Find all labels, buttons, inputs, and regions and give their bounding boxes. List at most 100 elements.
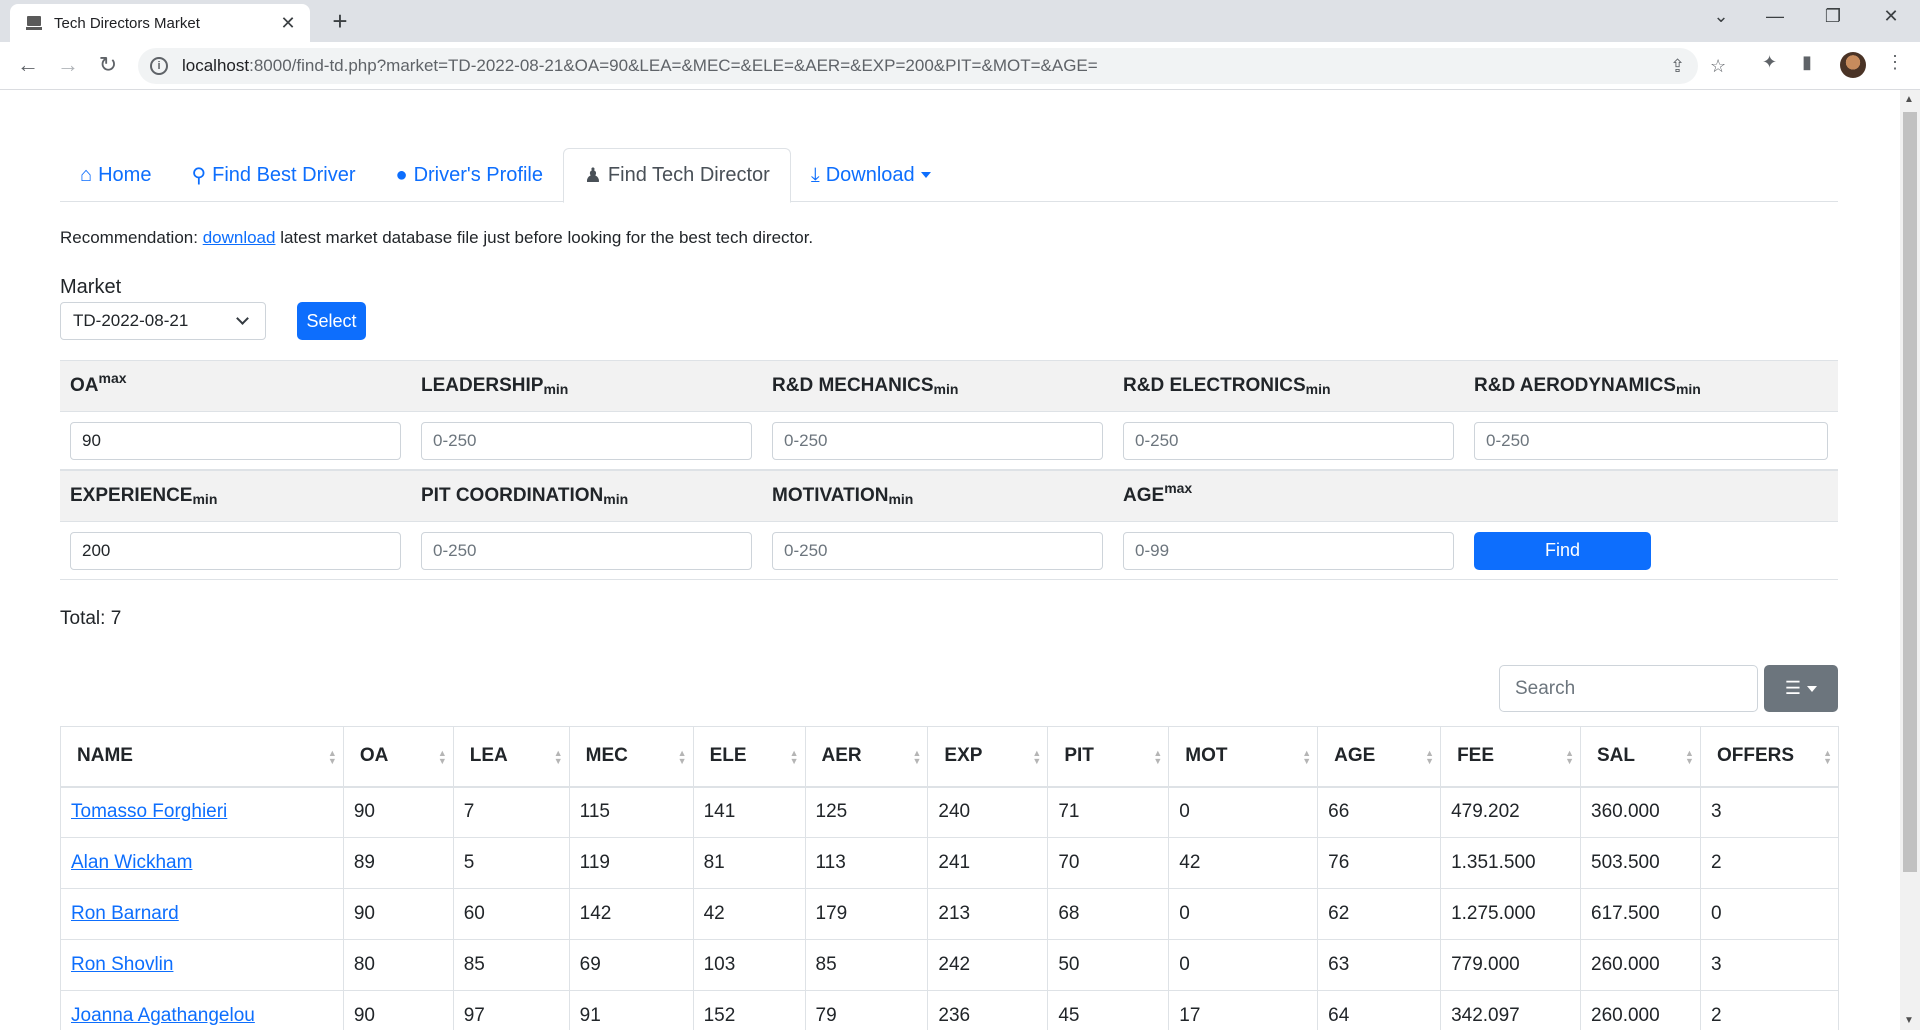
tab-drivers-profile[interactable]: ● Driver's Profile [375, 148, 563, 202]
back-icon[interactable]: ← [14, 52, 42, 78]
table-row: Tomasso Forghieri 90 7 115 141 125 240 71 0 66 479… [60, 786, 1840, 838]
scroll-down-icon[interactable]: ▼ [1904, 1015, 1914, 1026]
sort-icon: ▲ ▼ [1685, 748, 1694, 766]
table-cell-name: Tomasso Forghieri [60, 786, 344, 838]
column-header-label: NAME [77, 745, 133, 767]
filter-form: OA max LEADERSHIP min R&D MECHANICS min R&D… [60, 360, 1838, 580]
filter-label-leadership: LEADERSHIP min [421, 375, 569, 397]
director-name-link[interactable]: Joanna Agathangelou [71, 1005, 255, 1026]
column-header-sal[interactable]: SAL ▲ ▼ [1580, 726, 1701, 788]
tab-download[interactable]: ⤓ Download [791, 148, 951, 202]
director-name-link[interactable]: Ron Barnard [71, 903, 179, 924]
column-header-ele[interactable]: ELE ▲ ▼ [692, 726, 806, 788]
director-name-link[interactable]: Tomasso Forghieri [71, 801, 227, 822]
table-cell-exp: 241 [927, 837, 1049, 889]
page-content: ⌂ Home ⚲ Find Best Driver ● Driver's Pro… [0, 90, 1900, 1030]
new-tab-icon[interactable]: + [326, 8, 354, 34]
scroll-up-icon[interactable]: ▲ [1904, 94, 1914, 105]
age-input[interactable] [1123, 531, 1454, 570]
tab-home-label: Home [98, 163, 152, 186]
user-icon: ● [395, 163, 408, 186]
close-window-icon[interactable]: ✕ [1876, 6, 1906, 27]
pit-coordination-input[interactable] [421, 531, 752, 570]
mechanics-input[interactable] [772, 421, 1103, 460]
table-cell-oa: 90 [342, 786, 454, 838]
sort-icon: ▲ ▼ [327, 748, 337, 766]
column-header-exp[interactable]: EXP ▲ ▼ [927, 726, 1049, 788]
tab-find-tech-director[interactable]: ♟ Find Tech Director [562, 148, 791, 203]
table-cell-mec: 119 [568, 837, 694, 889]
share-icon[interactable]: ⇪ [1670, 56, 1685, 77]
column-header-mec[interactable]: MEC ▲ ▼ [568, 726, 694, 788]
scrollbar-thumb[interactable] [1903, 112, 1917, 872]
column-header-pit[interactable]: PIT ▲ ▼ [1047, 726, 1170, 788]
column-header-oa[interactable]: OA ▲ ▼ [342, 726, 454, 788]
list-icon: ☰ [1784, 678, 1802, 698]
profile-avatar[interactable] [1840, 52, 1866, 78]
vertical-scrollbar[interactable]: ▲ ▼ [1900, 90, 1920, 1030]
column-header-aer[interactable]: AER ▲ ▼ [804, 726, 929, 788]
column-header-name[interactable]: NAME ▲ ▼ [60, 726, 344, 788]
director-name-link[interactable]: Ron Shovlin [71, 954, 173, 975]
filter-label-experience: EXPERIENCE min [70, 485, 218, 507]
forward-icon[interactable]: → [54, 52, 82, 78]
columns-toggle-button[interactable]: ☰ [1764, 665, 1838, 712]
motivation-input[interactable] [772, 531, 1103, 570]
table-cell-offers: 3 [1699, 939, 1840, 991]
side-panel-icon[interactable]: ▮ [1802, 52, 1812, 73]
leadership-input[interactable] [421, 421, 752, 460]
filter-label-oa: OA max [70, 370, 127, 396]
tab-home[interactable]: ⌂ Home [60, 148, 171, 202]
column-header-age[interactable]: AGE ▲ ▼ [1317, 726, 1442, 788]
column-header-label: AER [821, 745, 862, 767]
browser-toolbar: ← → ↻ i localhost:8000/find-td.php?marke… [0, 42, 1920, 90]
table-cell-exp: 240 [927, 786, 1049, 838]
sort-icon: ▲ ▼ [677, 748, 687, 766]
sort-icon: ▲ ▼ [437, 748, 447, 766]
tab-find-tech-director-label: Find Tech Director [607, 164, 770, 186]
column-header-lea[interactable]: LEA ▲ ▼ [452, 726, 570, 788]
column-header-mot[interactable]: MOT ▲ ▼ [1168, 726, 1319, 788]
recommendation-suffix: latest market database file just before … [275, 228, 814, 247]
reload-icon[interactable]: ↻ [94, 52, 122, 78]
restore-icon[interactable]: ❐ [1818, 6, 1848, 27]
table-cell-offers: 2 [1699, 837, 1840, 889]
tech-directors-table: NAME ▲ ▼ OA ▲ ▼ LEA ▲ ▼ MEC ▲ ▼ ELE ▲ ▼ AER ▲ ▼ EXP ▲ ▼ PIT ▲ ▼… [60, 726, 1840, 1030]
column-header-offers[interactable]: OFFERS ▲ ▼ [1699, 726, 1840, 788]
column-header-fee[interactable]: FEE ▲ ▼ [1440, 726, 1581, 788]
address-bar[interactable]: i localhost:8000/find-td.php?market=TD-2… [138, 48, 1726, 84]
director-name-link[interactable]: Alan Wickham [71, 852, 192, 873]
sort-icon: ▲ ▼ [912, 748, 922, 766]
minimize-icon[interactable]: — [1760, 6, 1790, 27]
table-cell-age: 66 [1317, 786, 1442, 838]
market-select[interactable]: TD-2022-08-21 [60, 302, 266, 340]
table-cell-age: 62 [1317, 888, 1442, 940]
oa-input[interactable] [70, 421, 401, 460]
table-cell-mec: 142 [568, 888, 694, 940]
laptop-favicon-icon [26, 16, 42, 30]
aerodynamics-input[interactable] [1474, 421, 1828, 460]
sort-icon: ▲ ▼ [1032, 748, 1042, 766]
tab-search-chevron-icon[interactable]: ⌄ [1706, 6, 1736, 27]
table-cell-mot: 0 [1168, 888, 1319, 940]
find-button[interactable]: Find [1474, 531, 1651, 570]
bookmark-star-icon[interactable]: ☆ [1710, 56, 1726, 77]
browser-tab[interactable]: Tech Directors Market ✕ [10, 4, 310, 42]
table-row: Alan Wickham 89 5 119 81 113 241 70 42 76 1.351.50… [60, 837, 1840, 889]
table-cell-aer: 85 [804, 939, 929, 991]
electronics-input[interactable] [1123, 421, 1454, 460]
column-header-label: OA [359, 745, 389, 767]
site-info-icon[interactable]: i [150, 57, 168, 75]
table-cell-mec: 91 [568, 990, 694, 1030]
close-tab-icon[interactable]: ✕ [278, 13, 298, 34]
download-icon: ⤓ [810, 163, 820, 186]
table-cell-age: 76 [1317, 837, 1442, 889]
menu-kebab-icon[interactable]: ⋮ [1886, 52, 1904, 73]
select-button[interactable]: Select [297, 302, 366, 340]
extensions-icon[interactable]: ✦ [1762, 52, 1777, 73]
download-link[interactable]: download [203, 228, 276, 247]
search-input[interactable]: Search [1499, 665, 1758, 712]
experience-input[interactable] [70, 531, 401, 570]
table-cell-age: 63 [1317, 939, 1442, 991]
tab-find-best-driver[interactable]: ⚲ Find Best Driver [171, 148, 375, 202]
